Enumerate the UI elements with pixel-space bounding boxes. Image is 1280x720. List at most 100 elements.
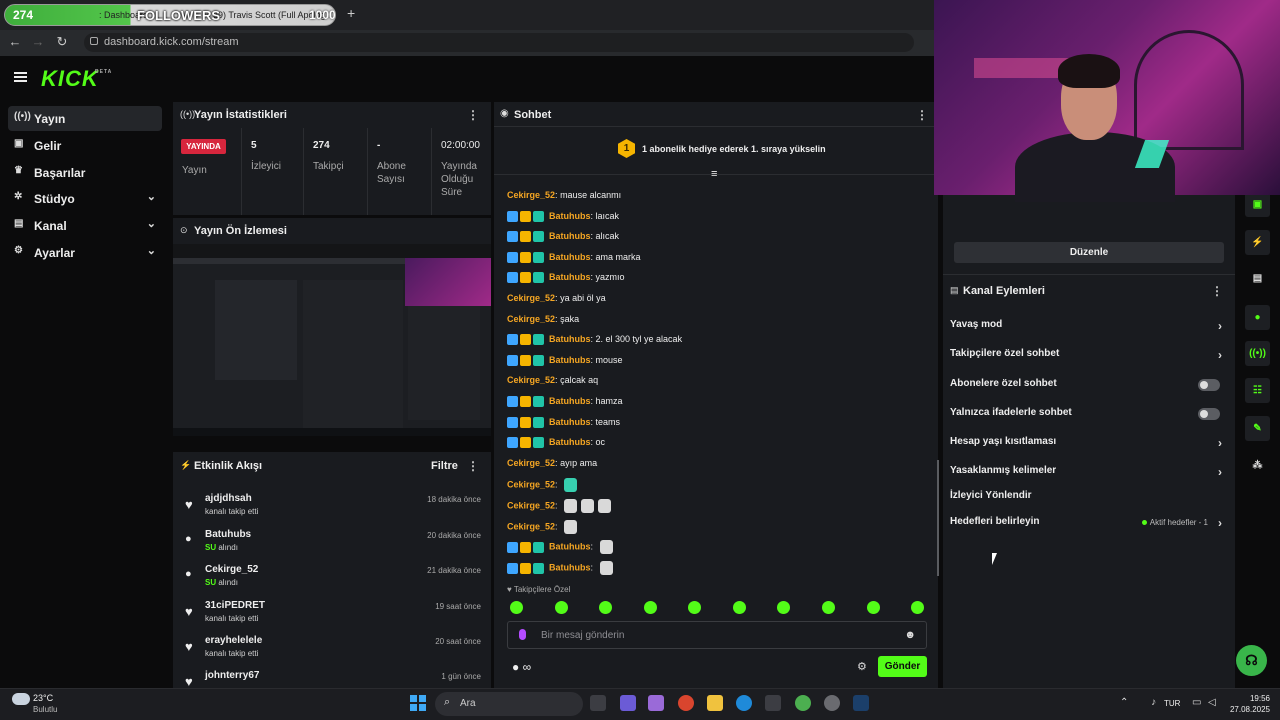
chat-scrollbar[interactable] <box>937 460 939 576</box>
chat-settings-icon[interactable]: ⚙ <box>857 660 867 673</box>
chrome-icon[interactable] <box>795 695 811 711</box>
chat-username[interactable]: Batuhubs <box>549 396 591 406</box>
chat-username[interactable]: Cekirge_52 <box>507 375 555 385</box>
sidebar-item-basarilar[interactable]: ♛ Başarılar <box>8 160 162 185</box>
clipboard-icon[interactable]: ▤ <box>1245 266 1270 291</box>
file-explorer-icon[interactable] <box>707 695 723 711</box>
action-raid[interactable]: İzleyici Yönlendir <box>950 490 1226 510</box>
action-emote-only[interactable]: Yalnızca ifadelerle sohbet <box>950 407 1226 427</box>
emote-picker-item[interactable] <box>733 601 746 614</box>
tray-icons[interactable]: ⌃ ♪ <box>1120 697 1166 708</box>
settings-dots-icon[interactable]: ⁂ <box>1245 453 1270 478</box>
emote-picker-item[interactable] <box>555 601 568 614</box>
edge-icon[interactable] <box>736 695 752 711</box>
emote-picker-item[interactable] <box>911 601 924 614</box>
forward-icon[interactable]: → <box>29 34 47 49</box>
broadcast-icon[interactable]: ((•)) <box>1245 341 1270 366</box>
filter-button[interactable]: Filtre <box>431 460 458 472</box>
windows-start-icon[interactable] <box>410 695 426 711</box>
new-tab-button[interactable]: + <box>347 5 355 21</box>
chat-username[interactable]: Batuhubs <box>549 231 591 241</box>
chat-username[interactable]: Batuhubs <box>549 211 591 221</box>
layout-icon[interactable]: ☷ <box>1245 378 1270 403</box>
edit-button[interactable]: Düzenle <box>954 242 1224 263</box>
action-slow-mode[interactable]: Yavaş mod › <box>950 319 1226 339</box>
reload-icon[interactable]: ↻ <box>53 34 71 50</box>
sidebar-item-ayarlar[interactable]: ⚙ Ayarlar ⌄ <box>8 240 162 265</box>
teams-icon[interactable] <box>620 695 636 711</box>
network-icon[interactable]: ▭ <box>1192 697 1201 708</box>
emote-picker-item[interactable] <box>599 601 612 614</box>
action-banned-words[interactable]: Yasaklanmış kelimeler › <box>950 465 1226 485</box>
activity-username[interactable]: johnterry67 <box>205 670 259 681</box>
chat-input[interactable]: Bir mesaj gönderin ☻ <box>507 621 927 649</box>
sidebar-item-yayin[interactable]: ((•)) Yayın <box>8 106 162 131</box>
points-indicator[interactable]: ● ∞ <box>512 660 531 674</box>
activity-username[interactable]: erayhelelele <box>205 635 262 646</box>
kick-logo[interactable]: KICK BETA <box>41 66 111 92</box>
action-account-age[interactable]: Hesap yaşı kısıtlaması › <box>950 436 1226 456</box>
emoji-icon[interactable]: ☻ <box>904 629 916 641</box>
action-subs-only[interactable]: Abonelere özel sohbet <box>950 378 1226 398</box>
sidebar-item-kanal[interactable]: ▤ Kanal ⌄ <box>8 213 162 238</box>
chat-username[interactable]: Cekirge_52 <box>507 500 555 510</box>
emote-picker-item[interactable] <box>867 601 880 614</box>
cloud-icon[interactable] <box>12 693 30 705</box>
chat-emote[interactable] <box>581 499 595 513</box>
chat-emote[interactable] <box>564 478 578 492</box>
wrench-icon[interactable]: ✎ <box>1245 416 1270 441</box>
app-icon[interactable] <box>678 695 694 711</box>
action-followers-only[interactable]: Takipçilere özel sohbet › <box>950 348 1226 368</box>
site-info-icon[interactable] <box>90 37 98 45</box>
stream-preview-video[interactable] <box>173 244 491 436</box>
emote-picker-item[interactable] <box>510 601 523 614</box>
more-options-icon[interactable]: ⋮ <box>1211 284 1223 298</box>
store-icon[interactable] <box>765 695 781 711</box>
chat-bubble-icon[interactable]: ● <box>1245 305 1270 330</box>
screenshot-icon[interactable]: ▣ <box>1245 192 1270 217</box>
chat-emote[interactable] <box>599 561 613 575</box>
clock[interactable]: 19:56 27.08.2025 <box>1226 693 1270 715</box>
copilot-icon[interactable] <box>648 695 664 711</box>
lightning-icon[interactable]: ⚡ <box>1245 230 1270 255</box>
support-headset-icon[interactable]: ☊ <box>1236 645 1267 676</box>
chat-username[interactable]: Batuhubs <box>549 355 591 365</box>
steam-icon[interactable] <box>853 695 869 711</box>
chat-emote[interactable] <box>564 520 578 534</box>
more-options-icon[interactable]: ⋮ <box>467 459 479 473</box>
action-set-goals[interactable]: Hedefleri belirleyin Aktif hedefler - 1 › <box>950 516 1226 536</box>
chat-username[interactable]: Batuhubs <box>549 541 591 551</box>
emote-only-toggle[interactable] <box>1198 408 1220 420</box>
chat-username[interactable]: Cekirge_52 <box>507 314 555 324</box>
task-view-icon[interactable] <box>590 695 606 711</box>
emote-picker-item[interactable] <box>688 601 701 614</box>
activity-username[interactable]: Cekirge_52 <box>205 564 258 575</box>
chat-username[interactable]: Batuhubs <box>549 437 591 447</box>
chat-username[interactable]: Cekirge_52 <box>507 190 555 200</box>
chat-username[interactable]: Batuhubs <box>549 562 591 572</box>
back-icon[interactable]: ← <box>6 34 24 49</box>
hamburger-menu-icon[interactable] <box>14 72 27 82</box>
activity-username[interactable]: 31ciPEDRET <box>205 600 265 611</box>
emote-picker-item[interactable] <box>777 601 790 614</box>
chat-username[interactable]: Batuhubs <box>549 272 591 282</box>
emote-picker-item[interactable] <box>822 601 835 614</box>
obs-icon[interactable] <box>824 695 840 711</box>
chat-username[interactable]: Cekirge_52 <box>507 479 555 489</box>
more-options-icon[interactable]: ⋮ <box>467 108 479 122</box>
subs-only-toggle[interactable] <box>1198 379 1220 391</box>
language-indicator[interactable]: TUR <box>1164 699 1180 708</box>
chat-username[interactable]: Cekirge_52 <box>507 458 555 468</box>
collapse-pinned-icon[interactable]: ≡ <box>711 168 717 180</box>
more-options-icon[interactable]: ⋮ <box>916 108 928 122</box>
send-button[interactable]: Gönder <box>878 656 927 677</box>
sidebar-item-studyo[interactable]: ✲ Stüdyo ⌄ <box>8 186 162 211</box>
chat-emote[interactable] <box>564 499 578 513</box>
sidebar-item-gelir[interactable]: ▣ Gelir <box>8 133 162 158</box>
activity-username[interactable]: Batuhubs <box>205 529 251 540</box>
activity-username[interactable]: ajdjdhsah <box>205 493 252 504</box>
url-field[interactable]: dashboard.kick.com/stream <box>84 33 914 52</box>
chat-username[interactable]: Batuhubs <box>549 334 591 344</box>
microphone-icon[interactable] <box>519 629 526 640</box>
chat-emote[interactable] <box>598 499 612 513</box>
